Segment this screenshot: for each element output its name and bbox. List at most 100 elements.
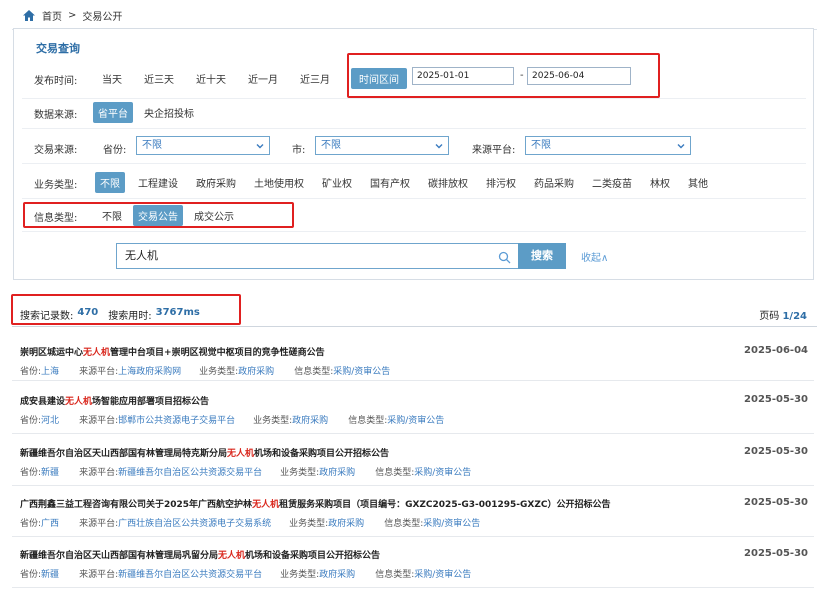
platform-label: 来源平台: [472, 145, 516, 156]
business-option-mining[interactable]: 矿业权 [317, 172, 357, 193]
result-item: 成安县建设无人机场智能应用部署项目招标公告 2025-05-30 省份: 河北 来… [12, 394, 814, 434]
city-label: 市: [292, 145, 306, 156]
result-province: 上海 [41, 367, 60, 377]
result-province: 广西 [41, 519, 60, 529]
result-info: 采购/资审公告 [414, 570, 472, 580]
business-option-pollution[interactable]: 排污权 [481, 172, 521, 193]
business-option-carbon[interactable]: 碳排放权 [423, 172, 473, 193]
business-option-state-property[interactable]: 国有产权 [365, 172, 415, 193]
result-meta: 省份: 河北 来源平台: 邯郸市公共资源电子交易平台 业务类型: 政府采购 信息类型:… [20, 413, 444, 426]
result-title[interactable]: 广西荆鑫三益工程咨询有限公司关于2025年广西航空护林无人机租赁服务采购项目（项… [20, 497, 610, 510]
time-filter-options: 当天 近三天 近十天 近一月 近三月 [97, 68, 335, 89]
annotation-box-stats [11, 294, 241, 325]
business-option-drug[interactable]: 药品采购 [529, 172, 579, 193]
platform-select-value: 不限 [531, 140, 551, 151]
business-option-land-use[interactable]: 土地使用权 [249, 172, 309, 193]
time-option-today[interactable]: 当天 [97, 68, 127, 89]
data-source-provincial[interactable]: 省平台 [93, 102, 133, 123]
trade-source-label: 交易来源: [34, 145, 78, 156]
row-divider [22, 128, 806, 129]
result-info: 采购/资审公告 [333, 367, 391, 377]
breadcrumb: 首页 > 交易公开 [22, 7, 122, 23]
panel-title: 交易查询 [36, 42, 80, 55]
business-type-label: 业务类型: [34, 180, 78, 191]
search-button[interactable]: 搜索 [518, 243, 566, 269]
result-item: 新疆维吾尔自治区天山西部国有林管理局特克斯分局无人机机场和设备采购项目公开招标公… [12, 446, 814, 486]
result-platform: 新疆维吾尔自治区公共资源交易平台 [118, 570, 263, 580]
platform-select[interactable]: 不限 [525, 136, 691, 155]
business-option-vaccine[interactable]: 二类疫苗 [587, 172, 637, 193]
page-label: 页码 [759, 311, 780, 322]
result-province: 河北 [41, 416, 60, 426]
business-option-other[interactable]: 其他 [683, 172, 713, 193]
home-icon[interactable] [22, 9, 36, 22]
city-select[interactable]: 不限 [315, 136, 449, 155]
business-option-construction[interactable]: 工程建设 [133, 172, 183, 193]
business-option-gov-procurement[interactable]: 政府采购 [191, 172, 241, 193]
result-date: 2025-05-30 [744, 446, 808, 457]
result-item: 崇明区城运中心无人机管理中台项目+崇明区视觉中枢项目的竞争性磋商公告 2025-… [12, 345, 814, 381]
result-business: 政府采购 [319, 570, 356, 580]
time-option-3months[interactable]: 近三月 [295, 68, 335, 89]
breadcrumb-home-link[interactable]: 首页 [42, 8, 62, 23]
chevron-down-icon [676, 140, 686, 157]
province-select[interactable]: 不限 [136, 136, 270, 155]
result-platform: 广西壮族自治区公共资源电子交易系统 [118, 519, 272, 529]
breadcrumb-current: 交易公开 [82, 11, 123, 23]
annotation-box-time-range [347, 53, 660, 98]
result-title[interactable]: 成安县建设无人机场智能应用部署项目招标公告 [20, 394, 209, 407]
search-input[interactable]: 无人机 [116, 243, 520, 269]
result-title[interactable]: 崇明区城运中心无人机管理中台项目+崇明区视觉中枢项目的竞争性磋商公告 [20, 345, 325, 358]
result-title[interactable]: 新疆维吾尔自治区天山西部国有林管理局特克斯分局无人机机场和设备采购项目公开招标公… [20, 446, 389, 459]
result-business: 政府采购 [319, 468, 356, 478]
search-input-value: 无人机 [125, 249, 158, 262]
result-date: 2025-05-30 [744, 497, 808, 508]
result-business: 政府采购 [328, 519, 365, 529]
query-panel: 交易查询 发布时间: 当天 近三天 近十天 近一月 近三月 时间区间 2025-… [13, 28, 814, 280]
data-source-soe[interactable]: 央企招投标 [139, 102, 199, 123]
pager: 页码 1/24 [759, 307, 807, 322]
business-option-forest[interactable]: 林权 [645, 172, 675, 193]
result-meta: 省份: 上海 来源平台: 上海政府采购网 业务类型: 政府采购 信息类型: 采购/资审公… [20, 364, 390, 377]
business-option-any[interactable]: 不限 [95, 172, 125, 193]
time-option-3days[interactable]: 近三天 [139, 68, 179, 89]
result-item: 广西荆鑫三益工程咨询有限公司关于2025年广西航空护林无人机租赁服务采购项目（项… [12, 497, 814, 537]
result-info: 采购/资审公告 [387, 416, 445, 426]
result-business: 政府采购 [292, 416, 329, 426]
result-platform: 新疆维吾尔自治区公共资源交易平台 [118, 468, 263, 478]
data-source-options: 省平台 央企招投标 [93, 102, 199, 123]
result-business: 政府采购 [238, 367, 275, 377]
row-divider [22, 163, 806, 164]
result-province: 新疆 [41, 468, 60, 478]
result-meta: 省份: 广西 来源平台: 广西壮族自治区公共资源电子交易系统 业务类型: 政府采购 信… [20, 516, 480, 529]
page-indicator: 1/24 [782, 311, 807, 322]
chevron-down-icon [255, 140, 265, 157]
time-option-10days[interactable]: 近十天 [191, 68, 231, 89]
business-type-options: 不限 工程建设 政府采购 土地使用权 矿业权 国有产权 碳排放权 排污权 药品采… [95, 172, 713, 193]
result-item: 新疆维吾尔自治区天山西部国有林管理局巩留分局无人机机场和设备采购项目公开招标公告… [12, 548, 814, 588]
province-select-value: 不限 [142, 140, 162, 151]
breadcrumb-separator: > [68, 9, 77, 21]
time-filter-label: 发布时间: [34, 76, 78, 87]
result-platform: 上海政府采购网 [118, 367, 182, 377]
result-info: 采购/资审公告 [423, 519, 481, 529]
annotation-box-info-type [23, 202, 294, 228]
result-title[interactable]: 新疆维吾尔自治区天山西部国有林管理局巩留分局无人机机场和设备采购项目公开招标公告 [20, 548, 380, 561]
result-meta: 省份: 新疆 来源平台: 新疆维吾尔自治区公共资源交易平台 业务类型: 政府采购 信息… [20, 465, 471, 478]
result-date: 2025-06-04 [744, 345, 808, 356]
stats-divider [12, 326, 817, 327]
row-divider [22, 231, 806, 232]
city-select-value: 不限 [321, 140, 341, 151]
data-source-label: 数据来源: [34, 110, 78, 121]
time-option-1month[interactable]: 近一月 [243, 68, 283, 89]
province-label: 省份: [103, 145, 127, 156]
row-divider [22, 198, 806, 199]
result-date: 2025-05-30 [744, 394, 808, 405]
result-province: 新疆 [41, 570, 60, 580]
result-platform: 邯郸市公共资源电子交易平台 [118, 416, 236, 426]
search-icon[interactable] [498, 249, 511, 273]
result-date: 2025-05-30 [744, 548, 808, 559]
collapse-link[interactable]: 收起∧ [581, 249, 608, 264]
chevron-down-icon [434, 140, 444, 157]
row-divider [22, 98, 806, 99]
